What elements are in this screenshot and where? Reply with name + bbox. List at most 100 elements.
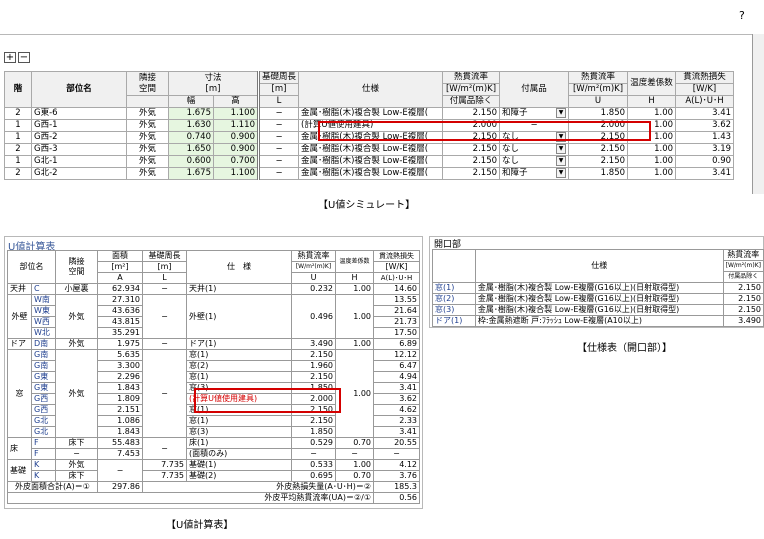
cell-u: 0.496 [291,294,336,339]
calc-header-adjacent: 隣接 空間 [55,250,98,284]
vertical-scrollbar[interactable] [752,34,764,194]
cell-spec: 基礎(2) [186,470,292,482]
cell-adjacent: 外気 [126,143,169,156]
cell-name: G西-3 [31,143,127,156]
cell-width[interactable]: 1.630 [168,119,214,132]
cell-spec[interactable]: 金属･樹脂(木)複合製 Low-E複層( [298,167,444,180]
cell-width[interactable]: 1.650 [168,143,214,156]
cell-width[interactable]: 0.600 [168,155,214,168]
cell-height[interactable]: 0.700 [213,155,259,168]
cell-temp-coef: 0.70 [335,470,374,482]
cell-accessory[interactable]: 和障子 ▼ [499,167,570,180]
cell-perimeter: − [256,107,300,120]
cell-u: 2.150 [722,293,764,305]
cell-height[interactable]: 1.100 [213,107,259,120]
cell-u: 2.150 [568,155,629,168]
help-button[interactable]: ? [739,9,745,22]
cell-height[interactable]: 1.110 [213,119,259,132]
cell-spec[interactable]: 金属･樹脂(木)複合製 Low-E複層( [298,143,444,156]
cell-height[interactable]: 0.900 [213,143,259,156]
dropdown-arrow-icon[interactable]: ▼ [556,168,567,178]
cell-heat-loss: 12.12 [373,349,420,361]
cell-width[interactable]: 0.740 [168,131,214,144]
cell-spec[interactable]: 金属･樹脂(木)複合製 Low-E複層( [298,155,444,168]
cell-area: 1.086 [97,415,143,427]
cell-area: 1.843 [97,382,143,394]
table-row: F − 7.453 (面積のみ) − − − [8,448,420,460]
cell-u: 2.150 [722,304,764,316]
calc-header-name: 部位名 [7,250,56,284]
ua-value: 0.56 [373,492,420,504]
cell-area: 3.300 [97,360,143,372]
cell-height[interactable]: 0.900 [213,131,259,144]
ua-label: 外皮平均熱貫流率(UA)＝②/① [7,492,374,504]
cell-adjacent: 外気 [126,131,169,144]
header-part-name: 部位名 [31,71,127,108]
cell-symbol: G南 [31,360,56,372]
table-row[interactable]: 2 G東-6 外気 1.675 1.100 − 金属･樹脂(木)複合製 Low-… [4,107,735,120]
cell-heat-loss: 20.55 [373,437,420,449]
cell-spec: 金属･樹脂(木)複合製 Low-E複層(G16以上)(日射取得型) [474,304,724,316]
header-adjacent-blank [126,95,169,108]
header-perimeter-symbol: L [256,95,300,108]
cell-heat-loss: 13.55 [373,294,420,306]
cell-heat-loss: 0.90 [675,155,735,168]
cell-u: 2.150 [291,349,336,361]
header-u-excl-unit: [W/m²(m)K] [442,83,501,96]
cell-accessory[interactable]: なし ▼ [499,155,570,168]
cell-group: 基礎 [7,459,32,482]
table-row: 天井 C 小屋裏 62.934 − 天井(1) 0.232 1.00 14.60 [7,283,420,295]
cell-area: 2.151 [97,404,143,416]
cell-u: 2.150 [291,371,336,383]
header-u-excl-note: 付属品除く [442,95,501,108]
cell-name: 窓(3) [432,304,476,316]
collapse-button[interactable]: − [18,52,30,63]
cell-spec: 外壁(1) [186,294,292,339]
cell-area: 1.843 [97,426,143,438]
header-floor: 階 [4,71,32,108]
cell-spec: 枠:金属熱遮断 戸:ﾌﾗｯｼｭ Low-E複層(A10以上) [474,315,724,327]
cell-accessory[interactable]: 和障子 ▼ [499,107,570,120]
cell-symbol: C [31,283,56,295]
cell-symbol: W西 [31,316,56,328]
expand-button[interactable]: + [4,52,16,63]
header-heat-loss-formula: A(L)･U･H [675,95,735,108]
cell-floor: 1 [4,131,32,144]
cell-accessory[interactable]: なし ▼ [499,143,570,156]
table-row[interactable]: 2 G西-3 外気 1.650 0.900 − 金属･樹脂(木)複合製 Low-… [4,143,735,156]
cell-adjacent: 小屋裏 [55,283,98,295]
cell-heat-loss: 3.41 [373,382,420,394]
cell-area: 27.310 [97,294,143,306]
cell-u: 2.150 [722,282,764,294]
cell-u-excl: 2.150 [442,107,501,120]
cell-u: − [291,448,336,460]
cell-temp-coef: 1.00 [627,143,677,156]
u-calc-table: 部位名 隣接 空間 面積 基礎周長 仕 様 熱貫流率 温度差係数 貫流熱損失 [m… [7,250,420,504]
cell-u: 0.232 [291,283,336,295]
cell-floor: 2 [4,107,32,120]
table-row[interactable]: 1 G北-1 外気 0.600 0.700 − 金属･樹脂(木)複合製 Low-… [4,155,735,168]
calc-header-perimeter-unit: [m] [142,261,187,273]
footer-row: 外皮平均熱貫流率(UA)＝②/① 0.56 [7,492,420,504]
table-row: 窓(3) 金属･樹脂(木)複合製 Low-E複層(G16以上)(日射取得型) 2… [432,304,764,316]
cell-spec: 金属･樹脂(木)複合製 Low-E複層(G16以上)(日射取得型) [474,293,724,305]
cell-height[interactable]: 1.100 [213,167,259,180]
cell-temp-coef: 1.00 [335,349,374,438]
cell-adjacent: − [55,448,98,460]
cell-perimeter: − [256,119,300,132]
table-row[interactable]: 2 G北-2 外気 1.675 1.100 − 金属･樹脂(木)複合製 Low-… [4,167,735,180]
cell-temp-coef: 1.00 [335,459,374,471]
cell-u: 2.150 [291,415,336,427]
header-temp-coef: 温度差係数 [627,71,677,96]
header-u-unit: [W/m²(m)K] [568,83,629,96]
dropdown-arrow-icon[interactable]: ▼ [556,108,567,118]
total-area-label: 外皮面積合計(A)＝① [7,481,98,493]
dropdown-arrow-icon[interactable]: ▼ [556,144,567,154]
dropdown-arrow-icon[interactable]: ▼ [556,156,567,166]
cell-width[interactable]: 1.675 [168,167,214,180]
cell-heat-loss: 3.76 [373,470,420,482]
cell-width[interactable]: 1.675 [168,107,214,120]
cell-spec[interactable]: 金属･樹脂(木)複合製 Low-E複層( [298,107,444,120]
cell-symbol: G北 [31,426,56,438]
cell-heat-loss: 3.41 [373,426,420,438]
